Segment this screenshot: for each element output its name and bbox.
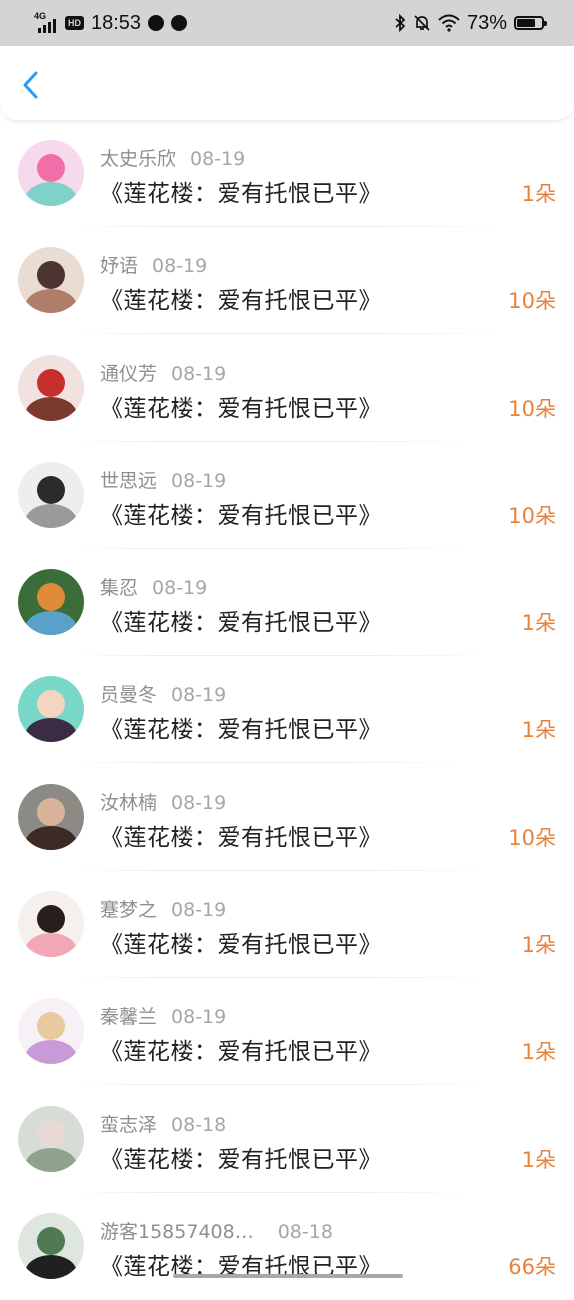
list-item[interactable]: 世思远 08-19 《莲花楼：爱有托恨已平》 10朵 bbox=[0, 442, 574, 549]
top-nav-bar bbox=[0, 46, 574, 121]
sender-name: 蹇梦之 bbox=[100, 899, 158, 922]
sender-name: 蛮志泽 bbox=[100, 1113, 158, 1136]
list-item[interactable]: 汝林楠 08-19 《莲花楼：爱有托恨已平》 10朵 bbox=[0, 764, 574, 871]
gift-date: 08-19 bbox=[171, 362, 227, 385]
wifi-icon bbox=[438, 14, 460, 32]
sender-name: 员曼冬 bbox=[100, 684, 158, 707]
back-button[interactable] bbox=[16, 68, 50, 102]
gift-amount: 1朵 bbox=[521, 1040, 556, 1065]
gift-date: 08-19 bbox=[152, 577, 208, 600]
avatar[interactable] bbox=[18, 247, 84, 314]
sender-name: 集忍 bbox=[100, 577, 139, 600]
status-bar: 4G HD 18:53 73% bbox=[0, 0, 574, 46]
list-item[interactable]: 游客15857408… 08-18 《莲花楼：爱有托恨已平》 66朵 bbox=[0, 1193, 574, 1300]
sender-name: 妤语 bbox=[100, 255, 139, 278]
sender-name: 游客15857408… bbox=[100, 1220, 254, 1243]
work-title: 《莲花楼：爱有托恨已平》 bbox=[100, 1039, 382, 1066]
list-item[interactable]: 秦馨兰 08-19 《莲花楼：爱有托恨已平》 1朵 bbox=[0, 978, 574, 1086]
sender-name: 秦馨兰 bbox=[100, 1006, 158, 1029]
sender-info: 通仪芳 08-19 bbox=[100, 359, 226, 386]
work-title: 《莲花楼：爱有托恨已平》 bbox=[100, 181, 382, 207]
gift-amount: 10朵 bbox=[508, 289, 556, 314]
gift-amount: 1朵 bbox=[521, 1147, 556, 1172]
sender-info: 世思远 08-19 bbox=[100, 466, 226, 493]
gift-amount: 66朵 bbox=[508, 1254, 556, 1279]
avatar[interactable] bbox=[18, 354, 84, 421]
list-item[interactable]: 蛮志泽 08-18 《莲花楼：爱有托恨已平》 1朵 bbox=[0, 1086, 574, 1193]
cellular-signal-icon: 4G bbox=[34, 11, 58, 33]
gift-amount: 1朵 bbox=[521, 611, 556, 636]
gift-amount: 10朵 bbox=[508, 503, 556, 528]
hd-voice-icon: HD bbox=[65, 16, 84, 30]
avatar[interactable] bbox=[18, 461, 84, 528]
list-item[interactable]: 蹇梦之 08-19 《莲花楼：爱有托恨已平》 1朵 bbox=[0, 871, 574, 979]
list-item[interactable]: 太史乐欣 08-19 《莲花楼：爱有托恨已平》 1朵 bbox=[0, 120, 574, 227]
work-title: 《莲花楼：爱有托恨已平》 bbox=[100, 395, 382, 422]
work-title: 《莲花楼：爱有托恨已平》 bbox=[100, 610, 382, 637]
sender-info: 汝林楠 08-19 bbox=[100, 788, 226, 815]
sender-info: 秦馨兰 08-19 bbox=[100, 1002, 226, 1029]
avatar[interactable] bbox=[18, 783, 84, 850]
gift-date: 08-18 bbox=[171, 1113, 227, 1136]
avatar[interactable] bbox=[18, 891, 84, 958]
gift-amount: 10朵 bbox=[508, 825, 556, 850]
avatar[interactable] bbox=[18, 1212, 84, 1279]
gift-date: 08-19 bbox=[171, 684, 227, 707]
battery-percent: 73% bbox=[466, 11, 507, 34]
list-item[interactable]: 员曼冬 08-19 《莲花楼：爱有托恨已平》 1朵 bbox=[0, 656, 574, 764]
gift-date: 08-19 bbox=[190, 148, 246, 170]
gift-record-list: 太史乐欣 08-19 《莲花楼：爱有托恨已平》 1朵 妤语 08-19 《莲花楼：爱有托恨已… bbox=[0, 120, 574, 1300]
gift-date: 08-19 bbox=[152, 255, 208, 278]
sender-name: 世思远 bbox=[100, 469, 158, 492]
sender-name: 通仪芳 bbox=[100, 362, 158, 385]
avatar[interactable] bbox=[18, 676, 84, 743]
list-item[interactable]: 通仪芳 08-19 《莲花楼：爱有托恨已平》 10朵 bbox=[0, 335, 574, 442]
notification-app-icon bbox=[148, 15, 165, 31]
gift-amount: 1朵 bbox=[521, 933, 556, 958]
bluetooth-icon bbox=[395, 14, 406, 32]
sender-info: 妤语 08-19 bbox=[100, 251, 207, 278]
home-indicator[interactable] bbox=[173, 1274, 403, 1278]
work-title: 《莲花楼：爱有托恨已平》 bbox=[100, 824, 382, 851]
sender-info: 游客15857408… 08-18 bbox=[100, 1217, 333, 1244]
sender-info: 太史乐欣 08-19 bbox=[100, 144, 245, 171]
gift-amount: 1朵 bbox=[521, 182, 556, 206]
avatar[interactable] bbox=[18, 1105, 84, 1172]
list-item[interactable]: 集忍 08-19 《莲花楼：爱有托恨已平》 1朵 bbox=[0, 549, 574, 657]
work-title: 《莲花楼：爱有托恨已平》 bbox=[100, 288, 382, 315]
gift-date: 08-19 bbox=[171, 469, 227, 492]
sender-info: 员曼冬 08-19 bbox=[100, 680, 226, 707]
sender-info: 蛮志泽 08-18 bbox=[100, 1110, 226, 1137]
sender-name: 太史乐欣 bbox=[100, 148, 177, 170]
avatar[interactable] bbox=[18, 569, 84, 636]
chevron-left-icon bbox=[23, 71, 38, 99]
gift-date: 08-18 bbox=[277, 1220, 333, 1243]
notification-app-icon-2 bbox=[171, 15, 188, 31]
battery-icon bbox=[514, 16, 547, 30]
sender-info: 蹇梦之 08-19 bbox=[100, 895, 226, 922]
work-title: 《莲花楼：爱有托恨已平》 bbox=[100, 717, 382, 744]
gift-date: 08-19 bbox=[171, 1006, 227, 1029]
sender-name: 汝林楠 bbox=[100, 791, 158, 814]
gift-date: 08-19 bbox=[171, 899, 227, 922]
list-item[interactable]: 妤语 08-19 《莲花楼：爱有托恨已平》 10朵 bbox=[0, 227, 574, 335]
work-title: 《莲花楼：爱有托恨已平》 bbox=[100, 502, 382, 529]
gift-amount: 10朵 bbox=[508, 396, 556, 421]
avatar[interactable] bbox=[18, 998, 84, 1065]
status-time: 18:53 bbox=[91, 11, 142, 34]
gift-amount: 1朵 bbox=[521, 718, 556, 743]
avatar[interactable] bbox=[18, 140, 84, 206]
gift-date: 08-19 bbox=[171, 791, 227, 814]
work-title: 《莲花楼：爱有托恨已平》 bbox=[100, 932, 382, 959]
sender-info: 集忍 08-19 bbox=[100, 573, 207, 600]
work-title: 《莲花楼：爱有托恨已平》 bbox=[100, 1146, 382, 1173]
mute-bell-icon bbox=[414, 15, 430, 31]
